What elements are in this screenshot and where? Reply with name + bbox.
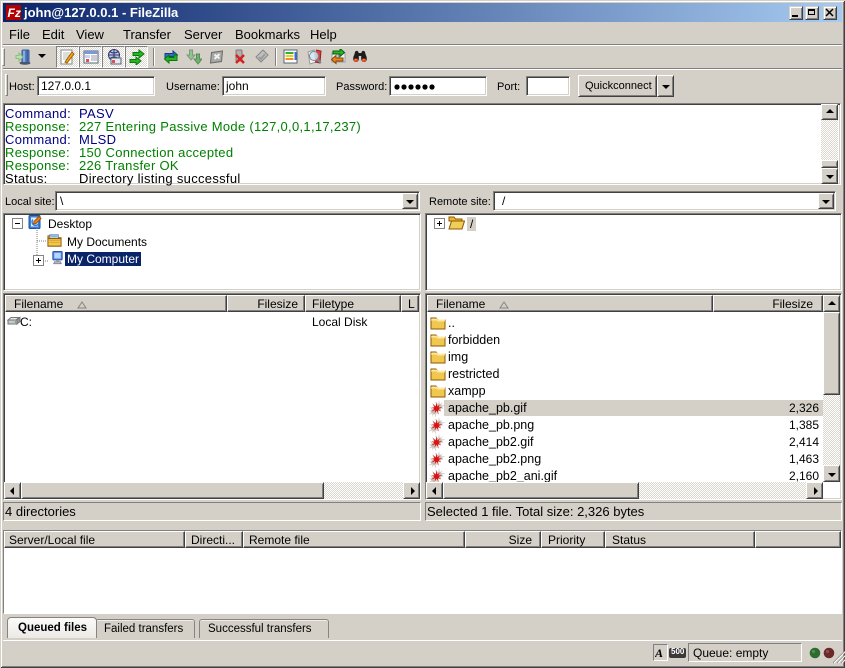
- svg-text:Fz: Fz: [8, 6, 21, 20]
- svg-text:A: A: [655, 646, 663, 660]
